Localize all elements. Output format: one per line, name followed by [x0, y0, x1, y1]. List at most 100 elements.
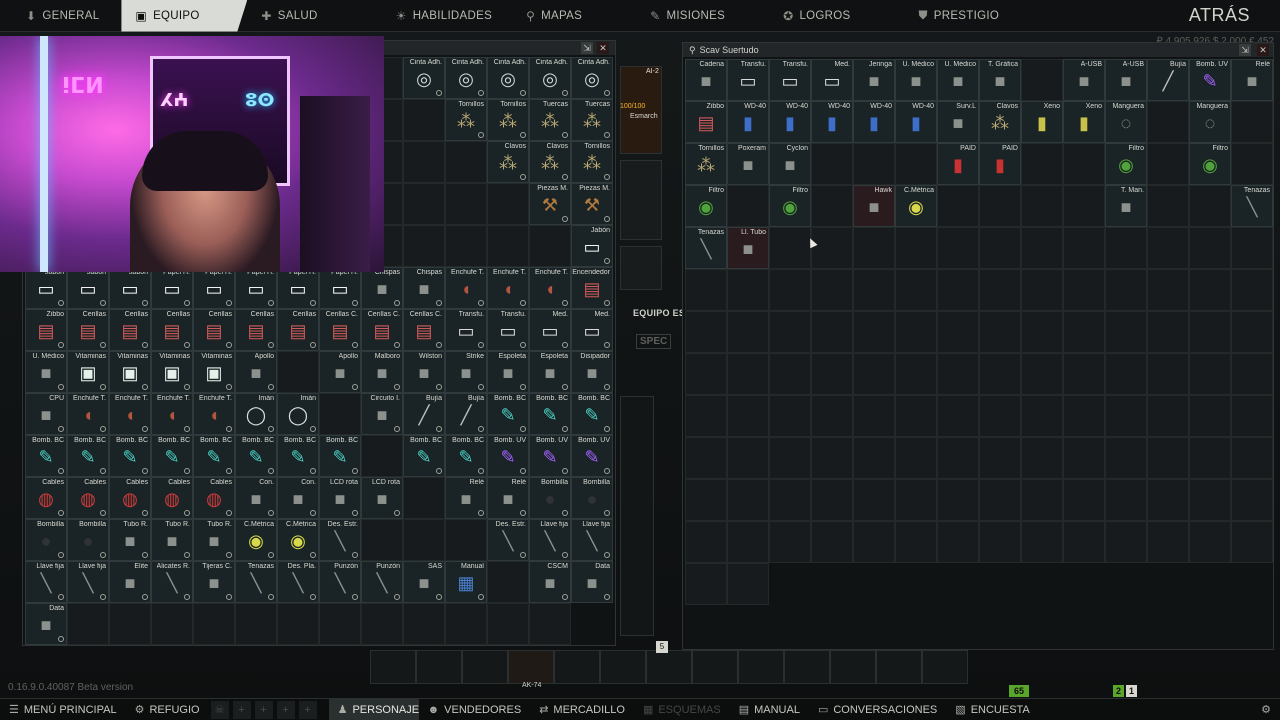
empty-slot[interactable] — [1021, 353, 1063, 395]
equip-slot[interactable] — [620, 160, 662, 240]
empty-slot[interactable] — [937, 269, 979, 311]
inventory-item[interactable]: ◯ Imán — [235, 393, 277, 435]
inventory-item[interactable]: ▤ Cerillas C. — [319, 309, 361, 351]
empty-slot[interactable] — [1021, 143, 1063, 185]
inventory-item[interactable]: ■ Tijeras C. — [193, 561, 235, 603]
empty-slot[interactable] — [1021, 59, 1063, 101]
empty-slot[interactable] — [895, 479, 937, 521]
empty-slot[interactable] — [769, 353, 811, 395]
inventory-item[interactable]: ╲ Llave fija — [571, 519, 613, 561]
survey-button[interactable]: ▧ ENCUESTA — [946, 699, 1039, 720]
empty-slot[interactable] — [895, 521, 937, 563]
inventory-item[interactable]: ✎ Bomb. BC — [193, 435, 235, 477]
inventory-item[interactable]: ● Bombilla — [67, 519, 109, 561]
empty-slot[interactable] — [445, 519, 487, 561]
inventory-item[interactable]: ◎ Cinta Adh. — [403, 57, 445, 99]
empty-slot[interactable] — [727, 479, 769, 521]
loot-item[interactable]: ╲ Tenazas — [1231, 185, 1273, 227]
empty-slot[interactable] — [769, 521, 811, 563]
inventory-item[interactable]: ■ Tubo R. — [151, 519, 193, 561]
empty-slot[interactable] — [1231, 479, 1273, 521]
empty-slot[interactable] — [1105, 521, 1147, 563]
empty-slot[interactable] — [1231, 143, 1273, 185]
tab-logros[interactable]: ✪ LOGROS — [769, 0, 864, 32]
empty-slot[interactable] — [1147, 521, 1189, 563]
inventory-item[interactable]: ╲ Des. Pla. — [277, 561, 319, 603]
loot-item[interactable]: ▭ Med. — [811, 59, 853, 101]
inventory-item[interactable]: ◖ Enchufe T. — [487, 267, 529, 309]
empty-slot[interactable] — [151, 603, 193, 645]
inventory-item[interactable]: ■ Chispas — [361, 267, 403, 309]
empty-slot[interactable] — [487, 225, 529, 267]
empty-slot[interactable] — [769, 479, 811, 521]
inventory-item[interactable]: ╲ Tenazas — [235, 561, 277, 603]
inventory-item[interactable]: ■ Relé — [487, 477, 529, 519]
inventory-item[interactable]: ◎ Cinta Adh. — [487, 57, 529, 99]
empty-slot[interactable] — [1063, 269, 1105, 311]
empty-slot[interactable] — [727, 353, 769, 395]
empty-slot[interactable] — [685, 479, 727, 521]
inventory-item[interactable]: ⁂ Tuercas — [529, 99, 571, 141]
empty-slot[interactable] — [403, 603, 445, 645]
empty-slot[interactable] — [403, 99, 445, 141]
quick-slot[interactable] — [416, 650, 462, 684]
empty-slot[interactable] — [361, 435, 403, 477]
empty-slot[interactable] — [1063, 311, 1105, 353]
loot-item[interactable]: ■ A-USB — [1105, 59, 1147, 101]
skull-icon[interactable]: ☠ — [210, 700, 229, 719]
inventory-item[interactable]: ✎ Bomb. BC — [277, 435, 319, 477]
empty-slot[interactable] — [685, 311, 727, 353]
empty-slot[interactable] — [1105, 311, 1147, 353]
inventory-item[interactable]: ✎ Bomb. BC — [235, 435, 277, 477]
inventory-item[interactable]: ✎ Bomb. BC — [109, 435, 151, 477]
empty-slot[interactable] — [853, 227, 895, 269]
inventory-item[interactable]: ✎ Bomb. UV — [487, 435, 529, 477]
empty-slot[interactable] — [895, 269, 937, 311]
inventory-item[interactable]: ▤ Cerillas — [193, 309, 235, 351]
empty-slot[interactable] — [1063, 227, 1105, 269]
empty-slot[interactable] — [1063, 437, 1105, 479]
inventory-item[interactable]: ⁂ Tornillos — [445, 99, 487, 141]
inventory-item[interactable]: ■ Espoleta — [487, 351, 529, 393]
inventory-item[interactable]: ▭ Med. — [529, 309, 571, 351]
empty-slot[interactable] — [1063, 521, 1105, 563]
pin-button[interactable]: ⇲ — [581, 42, 593, 54]
inventory-item[interactable]: ✎ Bomb. BC — [319, 435, 361, 477]
inventory-item[interactable]: ● Bombilla — [571, 477, 613, 519]
plus-icon[interactable]: + — [254, 700, 273, 719]
inventory-item[interactable]: ◉ C.Métrica — [277, 519, 319, 561]
empty-slot[interactable] — [853, 437, 895, 479]
empty-slot[interactable] — [1231, 521, 1273, 563]
inventory-item[interactable]: ▦ Manual — [445, 561, 487, 603]
empty-slot[interactable] — [937, 353, 979, 395]
empty-slot[interactable] — [487, 561, 529, 603]
inventory-item[interactable]: ■ Con. — [235, 477, 277, 519]
inventory-item[interactable]: ╲ Llave fija — [25, 561, 67, 603]
empty-slot[interactable] — [1147, 101, 1189, 143]
empty-slot[interactable] — [529, 603, 571, 645]
empty-slot[interactable] — [1063, 185, 1105, 227]
inventory-item[interactable]: ■ Strike — [445, 351, 487, 393]
empty-slot[interactable] — [895, 395, 937, 437]
inventory-item[interactable]: ⁂ Tuercas — [571, 99, 613, 141]
inventory-item[interactable]: ◎ Cinta Adh. — [571, 57, 613, 99]
inventory-item[interactable]: ■ Tubo R. — [193, 519, 235, 561]
empty-slot[interactable] — [769, 311, 811, 353]
empty-slot[interactable] — [937, 227, 979, 269]
inventory-item[interactable]: ╲ Des. Estr. — [487, 519, 529, 561]
inventory-item[interactable]: ● Bombilla — [25, 519, 67, 561]
inventory-item[interactable]: ╲ Alicates R. — [151, 561, 193, 603]
quick-slot[interactable] — [922, 650, 968, 684]
inventory-item[interactable]: ╲ Punzón — [319, 561, 361, 603]
empty-slot[interactable] — [727, 521, 769, 563]
inventory-item[interactable]: ◖ Enchufe T. — [109, 393, 151, 435]
empty-slot[interactable] — [895, 437, 937, 479]
close-button[interactable]: ✕ — [597, 42, 609, 54]
inventory-item[interactable]: ✎ Bomb. BC — [151, 435, 193, 477]
empty-slot[interactable] — [811, 143, 853, 185]
empty-slot[interactable] — [979, 521, 1021, 563]
empty-slot[interactable] — [1231, 101, 1273, 143]
empty-slot[interactable] — [727, 395, 769, 437]
empty-slot[interactable] — [769, 395, 811, 437]
empty-slot[interactable] — [1063, 353, 1105, 395]
